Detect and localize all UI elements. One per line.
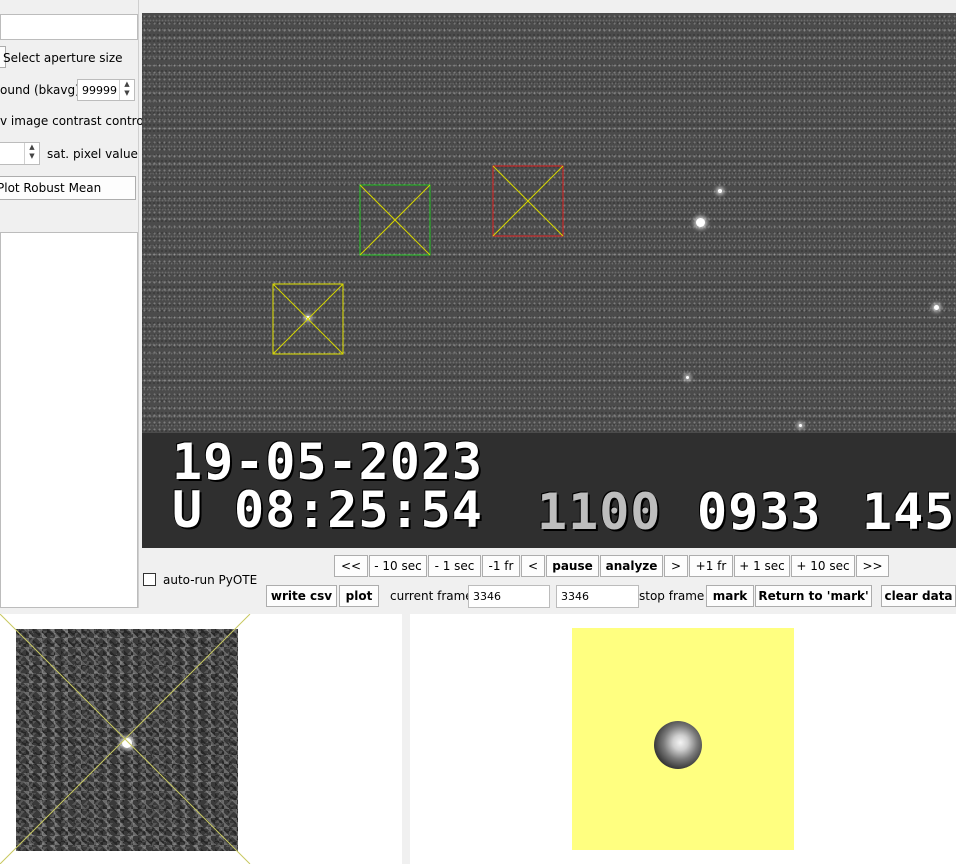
osd-field-1: 1100 — [537, 483, 662, 541]
return-to-mark-button[interactable]: Return to 'mark' — [755, 585, 872, 607]
pause-button[interactable]: pause — [546, 555, 599, 577]
back-1-sec-button[interactable]: - 1 sec — [428, 555, 481, 577]
thumbnail-crosshair — [0, 614, 251, 864]
osd-time: 08:25:54 — [234, 481, 483, 539]
step-forward-button[interactable]: > — [664, 555, 688, 577]
control-panel: Select aperture size ound (bkavg) 99999 … — [0, 0, 147, 608]
current-frame-input[interactable]: 3346 — [468, 585, 550, 608]
back-10-sec-button[interactable]: - 10 sec — [369, 555, 427, 577]
mask-thumbnail[interactable] — [572, 628, 794, 850]
forward-1-frame-button[interactable]: +1 fr — [689, 555, 733, 577]
timestamp-overlay: 19-05-2023 U 08:25:54 1100 0933 145 — [142, 433, 956, 548]
forward-1-sec-button[interactable]: + 1 sec — [734, 555, 790, 577]
filename-field[interactable] — [0, 14, 138, 40]
video-frame[interactable]: 19-05-2023 U 08:25:54 1100 0933 145 — [142, 13, 956, 548]
auto-run-label: auto-run PyOTE — [163, 573, 258, 587]
clear-data-button[interactable]: clear data — [881, 585, 956, 607]
mark-button[interactable]: mark — [706, 585, 754, 607]
spin-arrows-icon[interactable]: ▲ ▼ — [24, 143, 39, 164]
back-1-frame-button[interactable]: -1 fr — [482, 555, 520, 577]
current-frame-label: current frame — [390, 589, 473, 603]
log-text-area[interactable] — [0, 232, 138, 608]
aperture-thumbnail-pane — [0, 614, 402, 864]
plot-robust-mean-button[interactable]: Plot Robust Mean — [0, 176, 136, 200]
background-value: 99999 — [82, 84, 117, 97]
forward-to-end-button[interactable]: >> — [856, 555, 889, 577]
sat-pixel-spinbox[interactable]: ▲ ▼ — [0, 142, 40, 165]
stop-frame-value: 3346 — [561, 590, 589, 603]
back-to-start-button[interactable]: << — [334, 555, 368, 577]
osd-field-3: 145 — [862, 483, 956, 541]
red-aperture[interactable] — [492, 165, 564, 237]
analyze-button[interactable]: analyze — [600, 555, 663, 577]
step-back-button[interactable]: < — [521, 555, 545, 577]
write-csv-button[interactable]: write csv — [266, 585, 337, 607]
mask-thumbnail-pane — [410, 614, 956, 864]
sat-pixel-label: sat. pixel value — [47, 147, 138, 161]
yellow-aperture[interactable] — [272, 283, 344, 355]
contrast-control-label[interactable]: v image contrast control — [0, 114, 147, 128]
select-aperture-label: Select aperture size — [3, 51, 123, 65]
stop-frame-label: stop frame — [639, 589, 705, 603]
plot-button[interactable]: plot — [339, 585, 379, 607]
background-spinbox[interactable]: 99999 ▲ ▼ — [77, 79, 135, 101]
osd-time-prefix: U — [172, 481, 204, 539]
star-mask-blob — [654, 721, 702, 769]
stop-frame-input[interactable]: 3346 — [556, 585, 639, 608]
auto-run-checkbox[interactable] — [143, 573, 156, 586]
osd-field-2: 0933 — [697, 483, 822, 541]
current-frame-value: 3346 — [473, 590, 501, 603]
spin-arrows-icon[interactable]: ▲ ▼ — [119, 80, 134, 100]
forward-10-sec-button[interactable]: + 10 sec — [791, 555, 855, 577]
green-aperture[interactable] — [359, 184, 431, 256]
background-label: ound (bkavg) — [0, 83, 80, 97]
